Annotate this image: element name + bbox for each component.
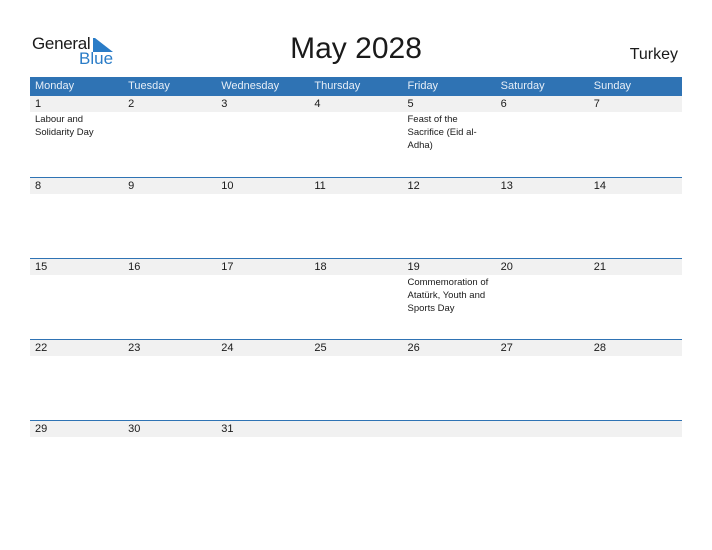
day-number xyxy=(589,421,682,437)
day-number: 11 xyxy=(314,180,326,192)
holiday-label xyxy=(589,437,682,438)
holiday-label xyxy=(123,275,216,315)
day-number: 3 xyxy=(221,98,228,110)
holiday-label xyxy=(403,356,496,357)
event-row: Labour and Solidarity Day Feast of the Sa… xyxy=(30,112,682,152)
day-number: 1 xyxy=(35,98,42,110)
day-number: 22 xyxy=(35,342,48,354)
day-number: 6 xyxy=(500,98,507,110)
day-number: 28 xyxy=(593,342,606,354)
weekday-thursday: Thursday xyxy=(314,80,361,92)
weekday-sunday: Sunday xyxy=(593,80,632,92)
day-number: 4 xyxy=(314,98,321,110)
holiday-label xyxy=(589,275,682,315)
day-number: 2 xyxy=(128,98,135,110)
day-number: 27 xyxy=(500,342,513,354)
week-row: 1 2 3 4 5 6 7 Labour and Solidarity Day Feast of… xyxy=(30,96,682,152)
holiday-label xyxy=(123,112,216,152)
weekday-tuesday: Tuesday xyxy=(128,80,170,92)
week-row: 8 9 10 11 12 13 14 xyxy=(30,177,682,195)
holiday-label xyxy=(30,194,123,195)
holiday-label xyxy=(589,356,682,357)
day-number: 29 xyxy=(35,423,48,435)
calendar-title: May 2028 xyxy=(290,32,422,65)
day-number: 31 xyxy=(221,423,234,435)
weekday-wednesday: Wednesday xyxy=(221,80,280,92)
day-number: 17 xyxy=(221,261,234,273)
holiday-label xyxy=(30,356,123,357)
weekday-header: Monday Tuesday Wednesday Thursday Friday… xyxy=(30,77,682,96)
country-label: Turkey xyxy=(629,46,678,63)
event-row xyxy=(30,194,682,195)
holiday-label xyxy=(496,356,589,357)
holiday-label xyxy=(496,437,589,438)
day-number: 20 xyxy=(500,261,513,273)
holiday-label: Commemoration of Atatürk, Youth and Spor… xyxy=(407,277,489,314)
day-number: 30 xyxy=(128,423,141,435)
holiday-label xyxy=(123,356,216,357)
day-number: 12 xyxy=(407,180,420,192)
day-number: 26 xyxy=(407,342,420,354)
day-number: 23 xyxy=(128,342,141,354)
day-number-row: 15 16 17 18 19 20 21 xyxy=(30,259,682,275)
week-row: 15 16 17 18 19 20 21 Commemoration of Atatürk, … xyxy=(30,258,682,315)
week-row: 29 30 31 xyxy=(30,420,682,438)
day-number-row: 8 9 10 11 12 13 14 xyxy=(30,178,682,194)
holiday-label xyxy=(216,194,309,195)
day-number: 24 xyxy=(221,342,234,354)
holiday-label xyxy=(216,112,309,152)
holiday-label xyxy=(309,112,402,152)
day-number: 19 xyxy=(407,261,420,273)
event-row: Commemoration of Atatürk, Youth and Spor… xyxy=(30,275,682,315)
day-number: 7 xyxy=(593,98,600,110)
day-number-row: 29 30 31 xyxy=(30,421,682,437)
holiday-label xyxy=(403,194,496,195)
day-number: 14 xyxy=(593,180,606,192)
day-number: 18 xyxy=(314,261,327,273)
weekday-monday: Monday xyxy=(35,80,75,92)
day-number xyxy=(496,421,589,437)
day-number: 21 xyxy=(593,261,606,273)
holiday-label xyxy=(496,112,589,152)
day-number: 25 xyxy=(314,342,327,354)
day-number xyxy=(309,421,402,437)
day-number: 16 xyxy=(128,261,141,273)
holiday-label xyxy=(123,194,216,195)
event-row xyxy=(30,437,682,438)
holiday-label xyxy=(216,437,309,438)
day-number-row: 1 2 3 4 5 6 7 xyxy=(30,96,682,112)
day-number xyxy=(403,421,496,437)
holiday-label xyxy=(309,194,402,195)
day-number-row: 22 23 24 25 26 27 28 xyxy=(30,340,682,356)
holiday-label xyxy=(309,437,402,438)
holiday-label: Feast of the Sacrifice (Eid al-Adha) xyxy=(407,114,477,151)
weekday-friday: Friday xyxy=(407,80,439,92)
weekday-saturday: Saturday xyxy=(500,80,545,92)
holiday-label xyxy=(30,437,123,438)
holiday-label xyxy=(30,275,123,315)
holiday-label xyxy=(309,275,402,315)
holiday-label xyxy=(309,356,402,357)
day-number: 9 xyxy=(128,180,135,192)
holiday-label xyxy=(496,194,589,195)
day-number: 13 xyxy=(500,180,513,192)
day-number: 5 xyxy=(407,98,414,110)
holiday-label xyxy=(123,437,216,438)
holiday-label: Labour and Solidarity Day xyxy=(35,114,94,138)
day-number: 10 xyxy=(221,180,234,192)
day-number: 8 xyxy=(35,180,42,192)
week-row: 22 23 24 25 26 27 28 xyxy=(30,339,682,357)
day-number: 15 xyxy=(35,261,48,273)
holiday-label xyxy=(403,437,496,438)
holiday-label xyxy=(216,356,309,357)
holiday-label xyxy=(589,112,682,152)
holiday-label xyxy=(496,275,589,315)
event-row xyxy=(30,356,682,357)
holiday-label xyxy=(589,194,682,195)
holiday-label xyxy=(216,275,309,315)
